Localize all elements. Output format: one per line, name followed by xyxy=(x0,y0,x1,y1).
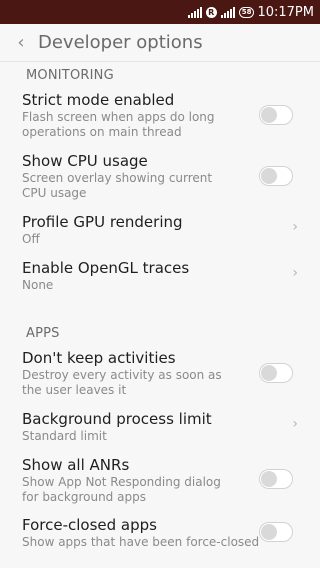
page-title: Developer options xyxy=(38,32,203,53)
roaming-icon: R xyxy=(205,6,217,18)
setting-dont-keep-activities[interactable]: Don't keep activities Destroy every acti… xyxy=(0,349,320,399)
chevron-right-icon: › xyxy=(292,219,298,235)
setting-title: Show CPU usage xyxy=(22,152,148,170)
setting-force-closed-apps[interactable]: Force-closed apps Show apps that have be… xyxy=(0,516,320,556)
setting-summary: None xyxy=(22,278,54,292)
setting-enable-opengl-traces[interactable]: Enable OpenGL traces None › xyxy=(0,259,320,297)
setting-title: Force-closed apps xyxy=(22,516,157,534)
toggle-knob xyxy=(261,524,277,540)
show-all-anrs-toggle[interactable] xyxy=(259,469,293,489)
setting-summary: Standard limit xyxy=(22,429,107,443)
toggle-knob xyxy=(261,365,277,381)
toggle-knob xyxy=(261,107,277,123)
cell-signal-icon-2 xyxy=(220,6,235,18)
section-header-monitoring: MONITORING xyxy=(26,68,114,83)
back-arrow-icon[interactable]: ‹ xyxy=(6,24,36,62)
setting-show-cpu-usage[interactable]: Show CPU usage Screen overlay showing cu… xyxy=(0,152,320,202)
setting-title: Don't keep activities xyxy=(22,349,176,367)
dont-keep-activities-toggle[interactable] xyxy=(259,363,293,383)
setting-show-all-anrs[interactable]: Show all ANRs Show App Not Responding di… xyxy=(0,456,320,506)
setting-summary: Show apps that have been force-closed xyxy=(22,535,260,549)
strict-mode-toggle[interactable] xyxy=(259,105,293,125)
setting-title: Background process limit xyxy=(22,410,212,428)
cell-signal-icon xyxy=(187,6,202,18)
setting-summary: Destroy every activity as soon as the us… xyxy=(22,368,222,397)
toggle-knob xyxy=(261,471,277,487)
setting-summary: Screen overlay showing current CPU usage xyxy=(22,171,213,200)
status-bar: R 58 10:17PM xyxy=(0,0,320,24)
setting-summary: Flash screen when apps do long operation… xyxy=(22,110,215,139)
setting-title: Profile GPU rendering xyxy=(22,213,183,231)
app-bar: ‹ Developer options xyxy=(0,24,320,62)
status-clock: 10:17PM xyxy=(257,4,314,20)
setting-title: Strict mode enabled xyxy=(22,91,175,109)
section-header-apps: APPS xyxy=(26,326,60,341)
setting-strict-mode[interactable]: Strict mode enabled Flash screen when ap… xyxy=(0,91,320,141)
setting-summary: Show App Not Responding dialog for backg… xyxy=(22,475,221,504)
force-closed-apps-toggle[interactable] xyxy=(259,522,293,542)
setting-title: Enable OpenGL traces xyxy=(22,259,190,277)
setting-title: Show all ANRs xyxy=(22,456,130,474)
setting-summary: Off xyxy=(22,232,40,246)
show-cpu-usage-toggle[interactable] xyxy=(259,166,293,186)
chevron-right-icon: › xyxy=(292,265,298,281)
toggle-knob xyxy=(261,168,277,184)
battery-icon: 58 xyxy=(238,6,255,18)
setting-profile-gpu-rendering[interactable]: Profile GPU rendering Off › xyxy=(0,213,320,251)
chevron-right-icon: › xyxy=(292,416,298,432)
setting-background-process-limit[interactable]: Background process limit Standard limit … xyxy=(0,410,320,448)
